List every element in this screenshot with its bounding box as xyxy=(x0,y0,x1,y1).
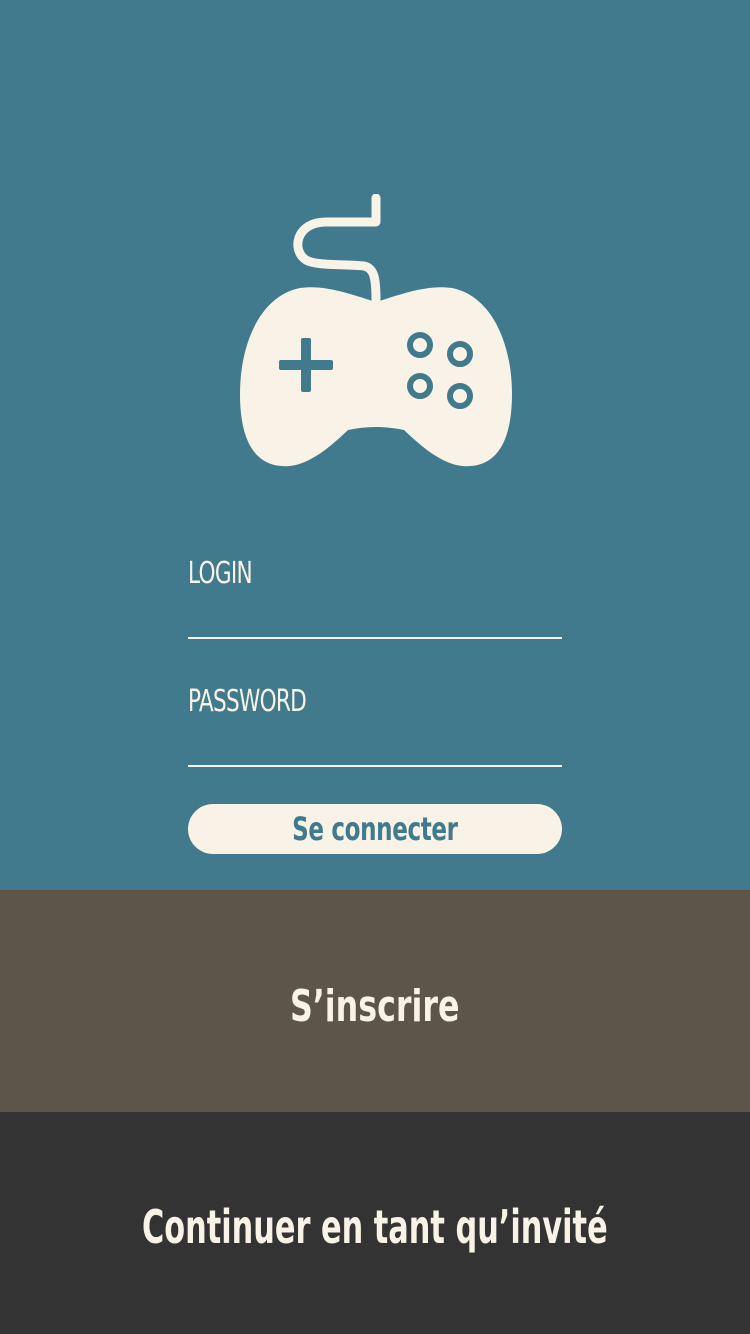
connect-button-label: Se connecter xyxy=(292,810,458,848)
guest-button[interactable]: Continuer en tant qu’invité xyxy=(0,1112,750,1334)
password-field: PASSWORD xyxy=(188,676,562,776)
password-input[interactable] xyxy=(188,728,562,764)
login-field: LOGIN xyxy=(188,548,562,648)
login-underline xyxy=(188,637,562,639)
signup-label: S’inscrire xyxy=(290,980,460,1032)
connect-button[interactable]: Se connecter xyxy=(188,804,562,854)
login-input[interactable] xyxy=(188,600,562,636)
login-panel: LOGIN PASSWORD Se connecter xyxy=(0,0,750,890)
guest-label: Continuer en tant qu’invité xyxy=(142,1200,608,1254)
password-underline xyxy=(188,765,562,767)
gamepad-icon xyxy=(240,194,512,467)
signup-button[interactable]: S’inscrire xyxy=(0,890,750,1112)
login-screen: LOGIN PASSWORD Se connecter S’inscrire C… xyxy=(0,0,750,1334)
password-label: PASSWORD xyxy=(188,684,307,719)
login-label: LOGIN xyxy=(188,556,253,591)
